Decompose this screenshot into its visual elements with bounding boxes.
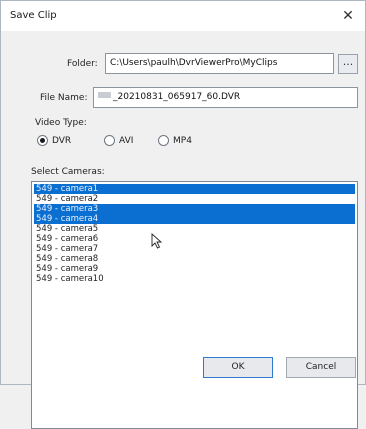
radio-dvr-label: DVR <box>52 136 72 146</box>
ok-button[interactable]: OK <box>203 357 273 378</box>
file-name-label: File Name: <box>40 93 88 103</box>
radio-avi[interactable] <box>104 135 115 146</box>
camera-item[interactable]: 549 - camera6 <box>34 234 355 244</box>
camera-item[interactable]: 549 - camera3 <box>34 204 355 214</box>
folder-label: Folder: <box>67 59 98 69</box>
close-button[interactable]: ✕ <box>337 5 359 27</box>
cancel-button[interactable]: Cancel <box>286 357 356 378</box>
camera-item[interactable]: 549 - camera5 <box>34 224 355 234</box>
camera-item[interactable]: 549 - camera7 <box>34 244 355 254</box>
file-prefix-redacted <box>98 92 111 98</box>
camera-item[interactable]: 549 - camera2 <box>34 194 355 204</box>
camera-item[interactable]: 549 - camera4 <box>34 214 355 224</box>
radio-mp4-label: MP4 <box>173 136 192 146</box>
dialog-title: Save Clip <box>10 10 57 21</box>
camera-listbox[interactable]: 549 - camera1 549 - camera2 549 - camera… <box>31 181 358 429</box>
video-type-label: Video Type: <box>35 118 87 128</box>
radio-avi-label: AVI <box>119 136 134 146</box>
camera-item[interactable]: 549 - camera10 <box>34 274 355 284</box>
file-name-value: _20210831_065917_60.DVR <box>113 92 241 102</box>
folder-field[interactable]: C:\Users\paulh\DvrViewerPro\MyClips <box>105 53 334 74</box>
close-icon: ✕ <box>342 8 354 24</box>
browse-button[interactable]: ... <box>338 54 358 74</box>
mouse-pointer-icon <box>151 233 163 249</box>
file-name-field[interactable]: _20210831_065917_60.DVR <box>93 87 358 108</box>
camera-item[interactable]: 549 - camera9 <box>34 264 355 274</box>
camera-item[interactable]: 549 - camera1 <box>34 184 355 194</box>
select-cameras-label: Select Cameras: <box>31 167 105 177</box>
title-bar: Save Clip ✕ <box>1 1 365 31</box>
save-clip-dialog: Save Clip ✕ Folder: C:\Users\paulh\DvrVi… <box>0 0 366 429</box>
radio-mp4[interactable] <box>158 135 169 146</box>
camera-item[interactable]: 549 - camera8 <box>34 254 355 264</box>
radio-dvr[interactable] <box>37 135 48 146</box>
